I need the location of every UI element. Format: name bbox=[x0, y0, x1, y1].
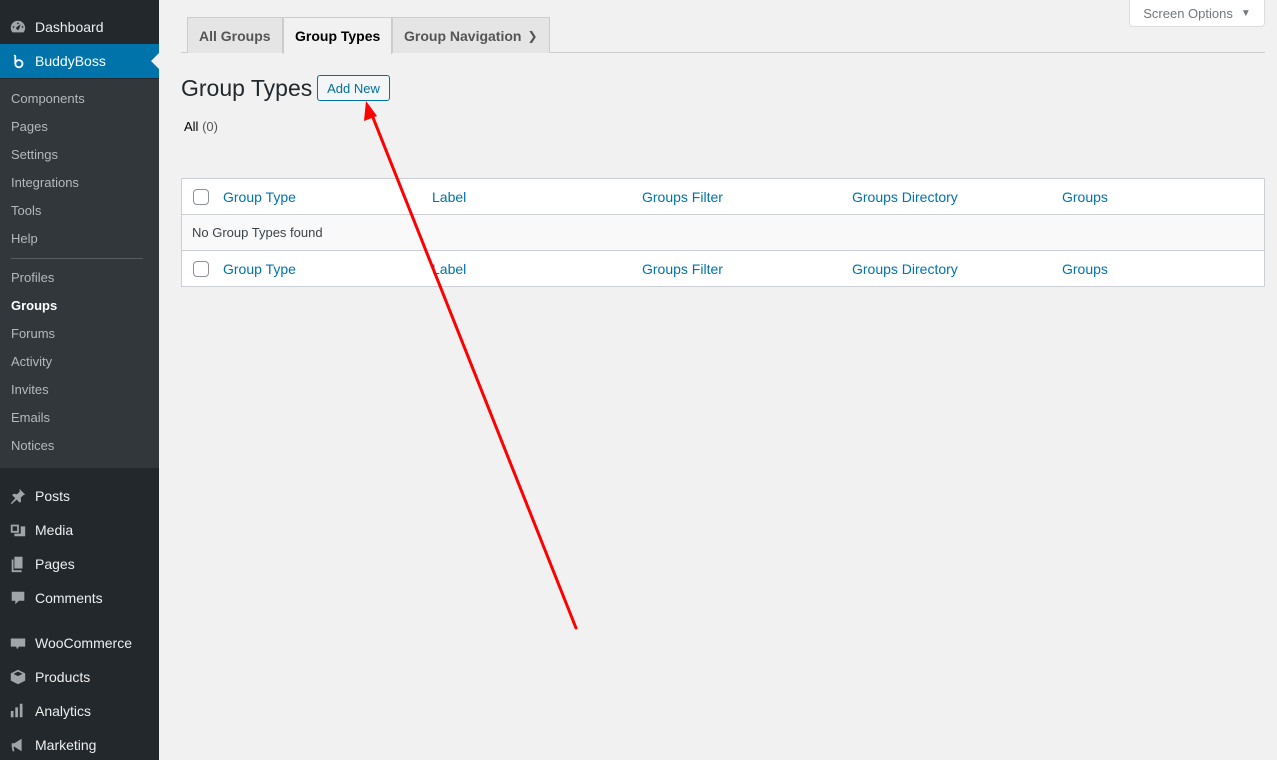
column-group-type[interactable]: Group Type bbox=[223, 179, 296, 215]
column-groups[interactable]: Groups bbox=[1062, 179, 1108, 215]
sidebar-item-label: Posts bbox=[35, 488, 71, 504]
media-icon bbox=[7, 520, 29, 540]
table-footer-row: Group Type Label Groups Filter Groups Di… bbox=[182, 251, 1264, 287]
chevron-right-icon: ❯ bbox=[527, 28, 538, 43]
filter-all: All (0) bbox=[184, 119, 218, 134]
buddyboss-icon bbox=[7, 51, 29, 71]
woocommerce-icon bbox=[7, 633, 29, 653]
caret-down-icon: ▼ bbox=[1240, 7, 1251, 19]
sidebar-item-label: Dashboard bbox=[35, 19, 104, 35]
sidebar-item-media[interactable]: Media bbox=[0, 513, 159, 547]
annotation-arrow bbox=[364, 101, 578, 630]
box-icon bbox=[7, 667, 29, 687]
sidebar-item-label: Analytics bbox=[35, 703, 92, 719]
submenu-item-activity[interactable]: Activity bbox=[11, 348, 52, 376]
sidebar-item-products[interactable]: Products bbox=[0, 660, 159, 694]
admin-sidebar: Dashboard BuddyBoss Components Pages Set… bbox=[0, 0, 159, 760]
column-groups-directory[interactable]: Groups Directory bbox=[852, 179, 958, 215]
filter-all-link[interactable]: All bbox=[184, 119, 198, 134]
group-types-table: Group Type Label Groups Filter Groups Di… bbox=[181, 178, 1265, 287]
sidebar-item-label: Comments bbox=[35, 590, 103, 606]
sidebar-item-label: Media bbox=[35, 522, 74, 538]
sidebar-item-marketing[interactable]: Marketing bbox=[0, 728, 159, 760]
sidebar-item-label: Pages bbox=[35, 556, 75, 572]
submenu-item-pages[interactable]: Pages bbox=[11, 113, 48, 141]
submenu-item-settings[interactable]: Settings bbox=[11, 141, 58, 169]
column-label-footer[interactable]: Label bbox=[432, 251, 466, 287]
select-all-checkbox-footer[interactable] bbox=[193, 261, 209, 277]
submenu-item-help[interactable]: Help bbox=[11, 225, 38, 253]
sidebar-item-label: Marketing bbox=[35, 737, 97, 753]
tab-group-types[interactable]: Group Types bbox=[283, 17, 393, 54]
submenu-item-invites[interactable]: Invites bbox=[11, 376, 49, 404]
sidebar-item-posts[interactable]: Posts bbox=[0, 479, 159, 513]
filter-all-count: (0) bbox=[202, 119, 218, 134]
buddyboss-submenu: Components Pages Settings Integrations T… bbox=[0, 79, 159, 468]
column-groups-footer[interactable]: Groups bbox=[1062, 251, 1108, 287]
sidebar-item-comments[interactable]: Comments bbox=[0, 581, 159, 615]
column-label[interactable]: Label bbox=[432, 179, 466, 215]
tab-label: Group Navigation bbox=[404, 27, 522, 44]
dashboard-icon bbox=[7, 17, 29, 37]
tab-group-navigation[interactable]: Group Navigation ❯ bbox=[392, 17, 550, 53]
sidebar-item-label: Products bbox=[35, 669, 91, 685]
pin-icon bbox=[7, 486, 29, 506]
submenu-item-profiles[interactable]: Profiles bbox=[11, 264, 54, 292]
screen-options-button[interactable]: Screen Options ▼ bbox=[1129, 0, 1265, 27]
column-groups-filter[interactable]: Groups Filter bbox=[642, 179, 723, 215]
screen-options-label: Screen Options bbox=[1143, 5, 1233, 21]
bar-chart-icon bbox=[7, 701, 29, 721]
tab-label: All Groups bbox=[199, 27, 271, 44]
column-groups-filter-footer[interactable]: Groups Filter bbox=[642, 251, 723, 287]
submenu-item-components[interactable]: Components bbox=[11, 85, 85, 113]
page-title: Group Types bbox=[181, 75, 313, 101]
select-all-checkbox[interactable] bbox=[193, 189, 209, 205]
table-row: No Group Types found bbox=[182, 215, 1264, 251]
pages-icon bbox=[7, 554, 29, 574]
megaphone-icon bbox=[7, 735, 29, 755]
add-new-button[interactable]: Add New bbox=[317, 75, 390, 101]
sidebar-item-dashboard[interactable]: Dashboard bbox=[0, 10, 159, 44]
submenu-item-groups[interactable]: Groups bbox=[11, 292, 57, 320]
nav-tab-wrapper: All Groups Group Types Group Navigation ❯ bbox=[181, 0, 1265, 54]
active-indicator bbox=[151, 53, 159, 69]
annotation-arrow-head bbox=[364, 101, 377, 121]
submenu-item-notices[interactable]: Notices bbox=[11, 432, 54, 460]
column-groups-directory-footer[interactable]: Groups Directory bbox=[852, 251, 958, 287]
sidebar-item-woocommerce[interactable]: WooCommerce bbox=[0, 626, 159, 660]
sidebar-item-pages[interactable]: Pages bbox=[0, 547, 159, 581]
sidebar-item-label: WooCommerce bbox=[35, 635, 132, 651]
tab-label: Group Types bbox=[295, 28, 381, 44]
submenu-item-forums[interactable]: Forums bbox=[11, 320, 55, 348]
sidebar-item-analytics[interactable]: Analytics bbox=[0, 694, 159, 728]
no-items-message: No Group Types found bbox=[192, 225, 323, 240]
table-header-row: Group Type Label Groups Filter Groups Di… bbox=[182, 179, 1264, 215]
sidebar-item-buddyboss[interactable]: BuddyBoss bbox=[0, 44, 159, 78]
submenu-item-emails[interactable]: Emails bbox=[11, 404, 50, 432]
submenu-item-tools[interactable]: Tools bbox=[11, 197, 41, 225]
submenu-divider bbox=[11, 258, 143, 259]
comment-icon bbox=[7, 588, 29, 608]
column-group-type-footer[interactable]: Group Type bbox=[223, 251, 296, 287]
submenu-item-integrations[interactable]: Integrations bbox=[11, 169, 79, 197]
sidebar-item-label: BuddyBoss bbox=[35, 53, 106, 69]
tab-all-groups[interactable]: All Groups bbox=[187, 17, 283, 53]
